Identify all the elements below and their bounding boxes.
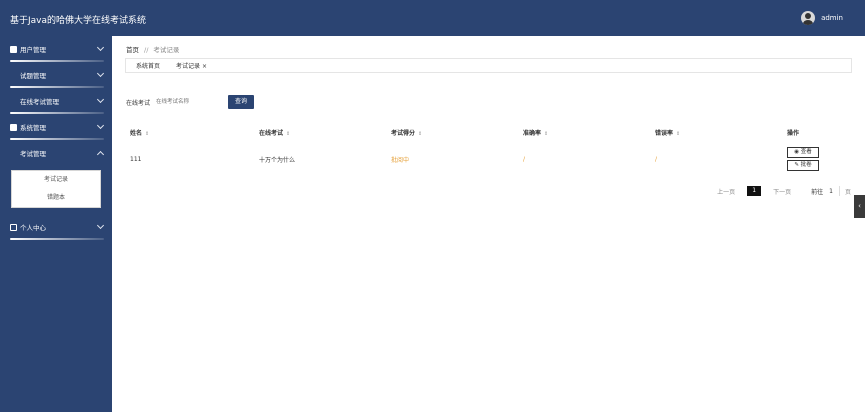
page-unit-label: 页 [844,188,851,196]
goto-label: 前往 [811,188,824,196]
sidebar-item-label: 个人中心 [20,224,46,232]
column-header-score[interactable]: 考试得分 ⇕ [391,128,523,137]
search-label: 在线考试 [126,99,151,107]
submenu-item-exam-records[interactable]: 考试记录 [12,171,100,189]
chevron-down-icon [96,95,105,104]
sidebar-item-label: 用户管理 [20,46,46,54]
chevron-down-icon [96,121,105,130]
pager-divider [838,186,840,196]
cell-name: 111 [130,155,142,163]
grid-icon [10,150,17,157]
breadcrumb: 首页 // 考试记录 [126,44,179,54]
chevron-down-icon [96,69,105,78]
sidebar: 用户管理 试题管理 在线考试管理 系统管理 考试管理 考试记录 错题本 个人中心 [0,36,112,412]
sort-icon[interactable]: ⇕ [676,131,680,137]
cell-actions: ◉ 查看 ✎ 批卷 [787,147,853,171]
sidebar-item-user-management[interactable]: 用户管理 [0,36,112,62]
next-page-button[interactable]: 下一页 [773,187,791,196]
eye-icon: ◉ [794,149,800,155]
menu-divider [10,238,104,240]
sidebar-item-exam-management[interactable]: 考试管理 [0,140,112,166]
tab-label: 考试记录 [176,63,201,70]
sidebar-item-online-exam-management[interactable]: 在线考试管理 [0,88,112,114]
app-title: 基于Java的哈佛大学在线考试系统 [10,16,147,26]
exam-management-submenu: 考试记录 错题本 [11,170,101,208]
sort-icon[interactable]: ⇕ [544,131,548,137]
search-bar: 在线考试 查询 [126,95,255,109]
column-header-name[interactable]: 姓名 ⇕ [126,128,259,137]
avatar[interactable] [801,11,816,25]
view-button[interactable]: ◉ 查看 [787,147,819,158]
grid-icon [10,98,17,105]
sort-icon[interactable]: ⇕ [145,131,149,137]
current-page[interactable]: 1 [747,186,762,196]
cell-error-rate: / [655,155,658,163]
column-header-error-rate[interactable]: 错误率 ⇕ [655,128,787,137]
search-button[interactable]: 查询 [228,95,255,109]
user-menu[interactable]: admin [801,11,843,25]
tab-system-home[interactable]: 系统首页 [136,61,160,70]
main-content: 首页//考试记录 系统首页 考试记录× 在线考试 查询 姓名⇕ 在线考试⇕ 考试… [112,36,865,412]
sidebar-item-label: 考试管理 [20,150,46,158]
book-icon [10,45,17,53]
cell-exam: 十万个为什么 [259,156,296,164]
cell-accuracy: / [523,155,526,163]
table-row: 111 十万个为什么 批阅中 / / ◉ 查看 ✎ 批卷 [126,145,853,173]
chevron-down-icon [96,43,105,52]
sidebar-item-system-management[interactable]: 系统管理 [0,114,112,140]
cell-score-status: 批阅中 [391,156,410,164]
username[interactable]: admin [821,14,843,22]
submenu-item-wrong-questions[interactable]: 错题本 [12,189,100,207]
goto-page-input[interactable]: 1 [829,188,833,195]
tab-bar: 系统首页 考试记录 × [125,58,852,73]
sidebar-item-personal-center[interactable]: 个人中心 [0,214,112,240]
sidebar-item-label: 试题管理 [20,72,46,80]
breadcrumb-home[interactable]: 首页 [126,46,139,54]
edit-icon: ✎ [794,162,799,168]
collapse-toggle-button[interactable]: ‹ [854,195,865,218]
prev-page-button[interactable]: 上一页 [717,187,735,196]
tab-exam-records[interactable]: 考试记录 × [176,61,207,70]
table-header: 姓名 ⇕ 在线考试 ⇕ 考试得分 ⇕ 准确率 ⇕ 错误率 ⇕ 操作 [126,124,853,140]
exam-records-table: 姓名 ⇕ 在线考试 ⇕ 考试得分 ⇕ 准确率 ⇕ 错误率 ⇕ 操作 111 十万个为什么 … [126,124,853,173]
breadcrumb-separator: // [144,46,149,54]
book-icon [10,123,17,131]
sidebar-item-label: 系统管理 [20,124,46,132]
id-card-icon [10,223,17,231]
sidebar-item-question-management[interactable]: 试题管理 [0,62,112,88]
close-icon[interactable]: × [202,63,207,70]
grid-icon [10,72,17,79]
column-header-exam[interactable]: 在线考试 ⇕ [259,128,391,137]
chevron-down-icon [96,221,105,230]
sort-icon[interactable]: ⇕ [286,131,290,137]
pagination: 上一页 1 下一页 前往 1 页 [711,186,851,196]
search-input[interactable] [156,95,227,109]
top-header: 基于Java的哈佛大学在线考试系统 admin [0,0,865,36]
column-header-actions: 操作 [787,129,800,137]
breadcrumb-current: 考试记录 [153,46,180,54]
sidebar-item-label: 在线考试管理 [20,98,59,106]
column-header-accuracy[interactable]: 准确率 ⇕ [523,128,655,137]
chevron-up-icon [96,150,105,159]
review-button[interactable]: ✎ 批卷 [787,160,819,171]
sort-icon[interactable]: ⇕ [418,131,422,137]
